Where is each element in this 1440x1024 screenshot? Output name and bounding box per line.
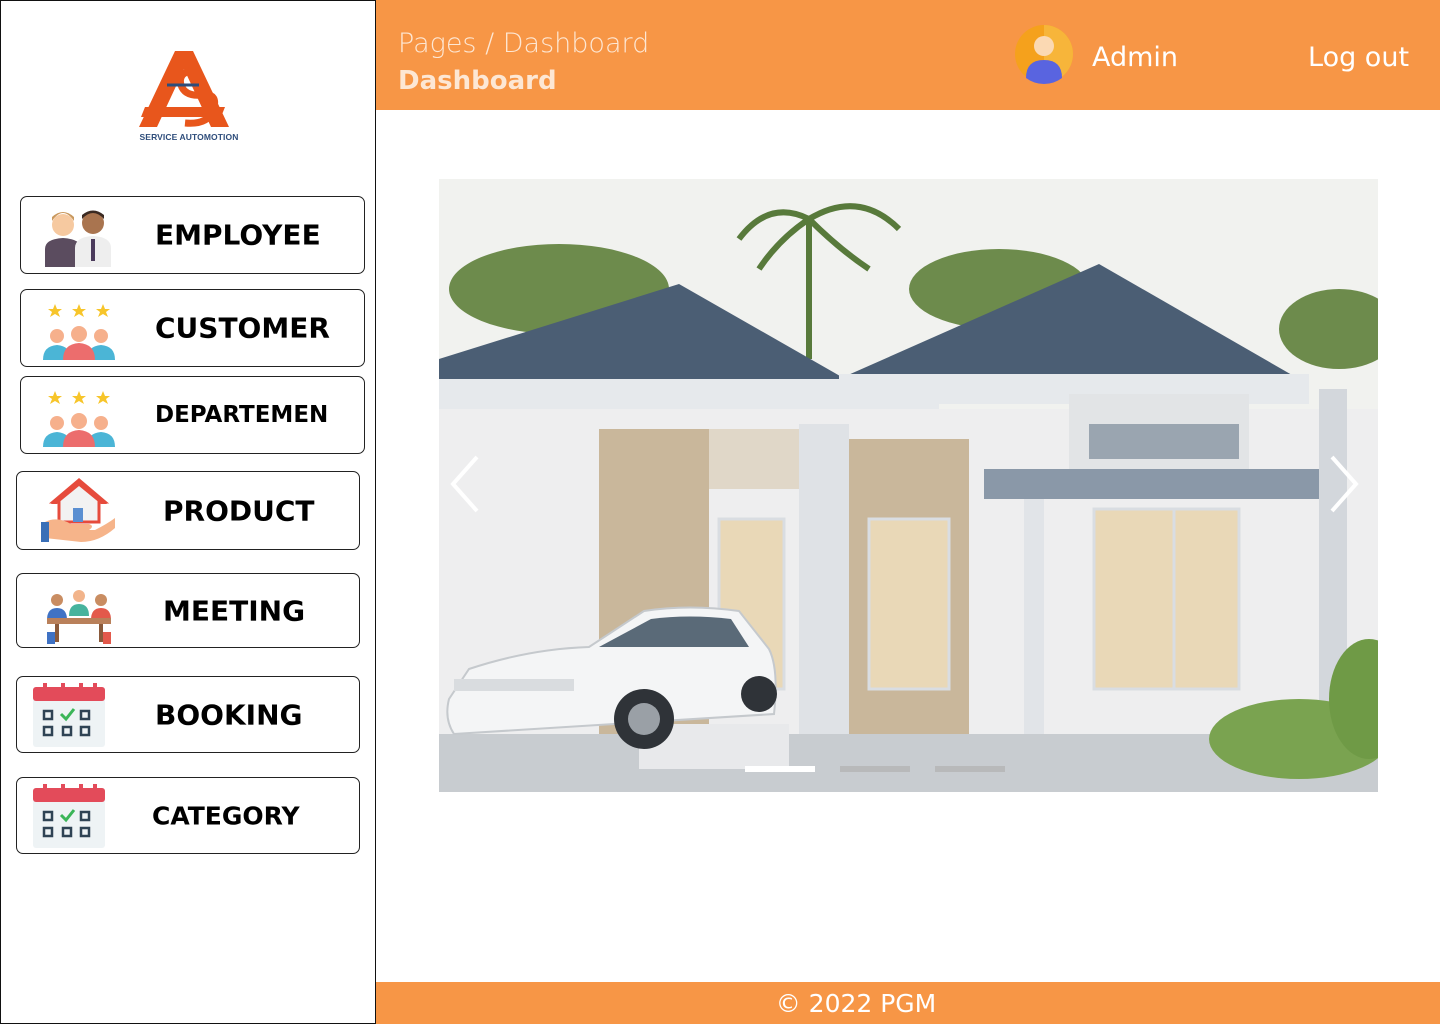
nav-label-booking: BOOKING <box>155 698 303 731</box>
rated-customers-icon <box>43 304 115 360</box>
breadcrumb-root[interactable]: Pages <box>398 28 477 59</box>
logo-mark-icon <box>139 51 229 127</box>
user-name: Admin <box>1092 42 1179 73</box>
calendar-check-icon <box>33 683 105 747</box>
footer: © 2022 PGM <box>376 982 1440 1024</box>
nav-label-meeting: MEETING <box>163 594 306 627</box>
sidebar: SERVICE AUTOMOTION EMPLOYEE CUSTOMER DEP… <box>0 0 376 1024</box>
nav-item-employee[interactable]: EMPLOYEE <box>20 196 365 274</box>
nav-item-category[interactable]: CATEGORY <box>16 777 360 854</box>
logo-text: SERVICE AUTOMOTION <box>139 132 239 142</box>
rated-department-icon <box>43 391 115 447</box>
image-carousel[interactable] <box>439 179 1378 792</box>
nav-item-customer[interactable]: CUSTOMER <box>20 289 365 367</box>
page-title: Dashboard <box>398 66 557 96</box>
nav-item-departemen[interactable]: DEPARTEMEN <box>20 376 365 454</box>
chevron-left-icon[interactable] <box>443 449 487 519</box>
nav-label-departemen: DEPARTEMEN <box>155 402 329 428</box>
chevron-right-icon[interactable] <box>1322 449 1366 519</box>
nav-item-booking[interactable]: BOOKING <box>16 676 360 753</box>
carousel-indicator-3[interactable] <box>935 766 1005 772</box>
nav-item-product[interactable]: PRODUCT <box>16 471 360 550</box>
breadcrumb-separator: / <box>476 28 503 59</box>
calendar-check-icon <box>33 784 105 848</box>
nav-label-customer: CUSTOMER <box>155 311 330 345</box>
top-header: Pages / Dashboard Dashboard Admin Log ou… <box>376 0 1440 110</box>
nav-label-product: PRODUCT <box>163 494 315 527</box>
carousel-indicator-2[interactable] <box>840 766 910 772</box>
carousel-indicator-1[interactable] <box>745 766 815 772</box>
nav-label-category: CATEGORY <box>152 801 300 830</box>
meeting-table-icon <box>47 590 111 644</box>
breadcrumb: Pages / Dashboard <box>398 28 649 59</box>
house-in-hand-icon <box>41 478 115 542</box>
house-with-car-photo <box>439 179 1378 792</box>
brand-logo[interactable]: SERVICE AUTOMOTION <box>129 45 249 145</box>
avatar[interactable] <box>1014 24 1074 84</box>
nav-item-meeting[interactable]: MEETING <box>16 573 360 648</box>
employees-icon <box>45 210 111 267</box>
footer-copyright: © 2022 PGM <box>775 989 937 1018</box>
breadcrumb-current: Dashboard <box>502 28 650 59</box>
nav-label-employee: EMPLOYEE <box>155 218 321 252</box>
logout-button[interactable]: Log out <box>1308 42 1409 73</box>
